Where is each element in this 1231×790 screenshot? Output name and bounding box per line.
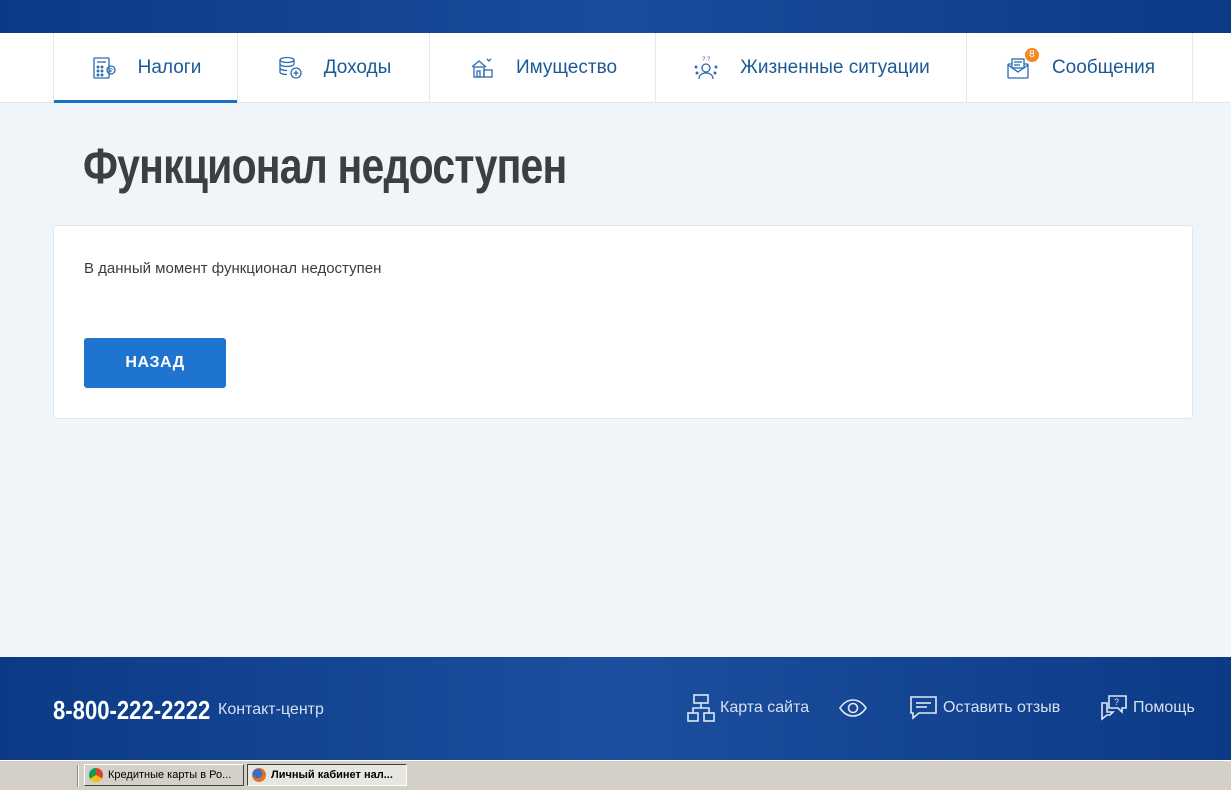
sitemap-icon <box>687 694 715 722</box>
help-label: Помощь <box>1133 699 1195 716</box>
feedback-label: Оставить отзыв <box>943 699 1061 716</box>
taskbar-item-chrome[interactable]: Кредитные карты в Ро... <box>84 764 244 786</box>
tab-property[interactable]: Имущество <box>430 33 656 103</box>
tab-income[interactable]: Доходы <box>238 33 430 103</box>
tab-label: Жизненные ситуации <box>740 57 930 78</box>
back-button[interactable]: НАЗАД <box>84 338 226 388</box>
feedback-link[interactable]: Оставить отзыв <box>909 693 1060 723</box>
sitemap-label: Карта сайта <box>720 699 810 716</box>
message-card: В данный момент функционал недоступен НА… <box>53 225 1193 419</box>
tab-label: Доходы <box>323 57 392 78</box>
top-header-band <box>0 0 1231 33</box>
calculator-icon: ₽ <box>90 54 118 82</box>
help-link[interactable]: ? Помощь <box>1099 693 1195 723</box>
firefox-icon <box>252 768 266 782</box>
sitemap-link[interactable]: Карта сайта <box>686 693 809 723</box>
tab-label: Налоги <box>137 57 202 78</box>
tab-messages[interactable]: 8 Сообщения <box>967 33 1193 103</box>
eye-icon <box>839 699 867 717</box>
person-question-icon: ? ? <box>692 54 720 82</box>
property-icon <box>468 54 496 82</box>
chrome-icon <box>89 768 103 782</box>
help-icon: ? <box>1101 695 1127 721</box>
support-phone[interactable]: 8-800-222-2222 <box>53 695 210 726</box>
coins-icon <box>276 54 304 82</box>
svg-text:₽: ₽ <box>109 68 113 75</box>
svg-text:? ?: ? ? <box>702 57 711 63</box>
envelope-icon: 8 <box>1004 48 1039 82</box>
unavailable-message: В данный момент функционал недоступен <box>84 260 382 277</box>
feedback-icon <box>910 696 937 720</box>
tab-taxes[interactable]: ₽ Налоги <box>54 33 238 103</box>
taskbar-separator <box>77 765 79 787</box>
tab-label: Имущество <box>515 57 618 78</box>
taskbar-item-firefox[interactable]: Личный кабинет нал... <box>247 764 407 786</box>
unread-count-badge: 8 <box>1024 48 1039 62</box>
tab-label: Сообщения <box>1051 57 1156 78</box>
svg-text:?: ? <box>1114 697 1119 707</box>
taskbar-item-label: Кредитные карты в Ро... <box>108 769 232 781</box>
taskbar-item-label: Личный кабинет нал... <box>271 769 393 781</box>
contact-center-link[interactable]: Контакт-центр <box>218 701 324 719</box>
page-title: Функционал недоступен <box>83 138 567 194</box>
accessibility-link[interactable] <box>838 693 872 723</box>
tab-life-situations[interactable]: ? ? Жизненные ситуации <box>656 33 967 103</box>
os-taskbar: Кредитные карты в Ро... Личный кабинет н… <box>0 760 1231 790</box>
main-navigation: ₽ Налоги Доходы Имущество ? ? Жизненные … <box>0 33 1231 103</box>
footer: 8-800-222-2222 Контакт-центр Карта сайта… <box>0 657 1231 760</box>
